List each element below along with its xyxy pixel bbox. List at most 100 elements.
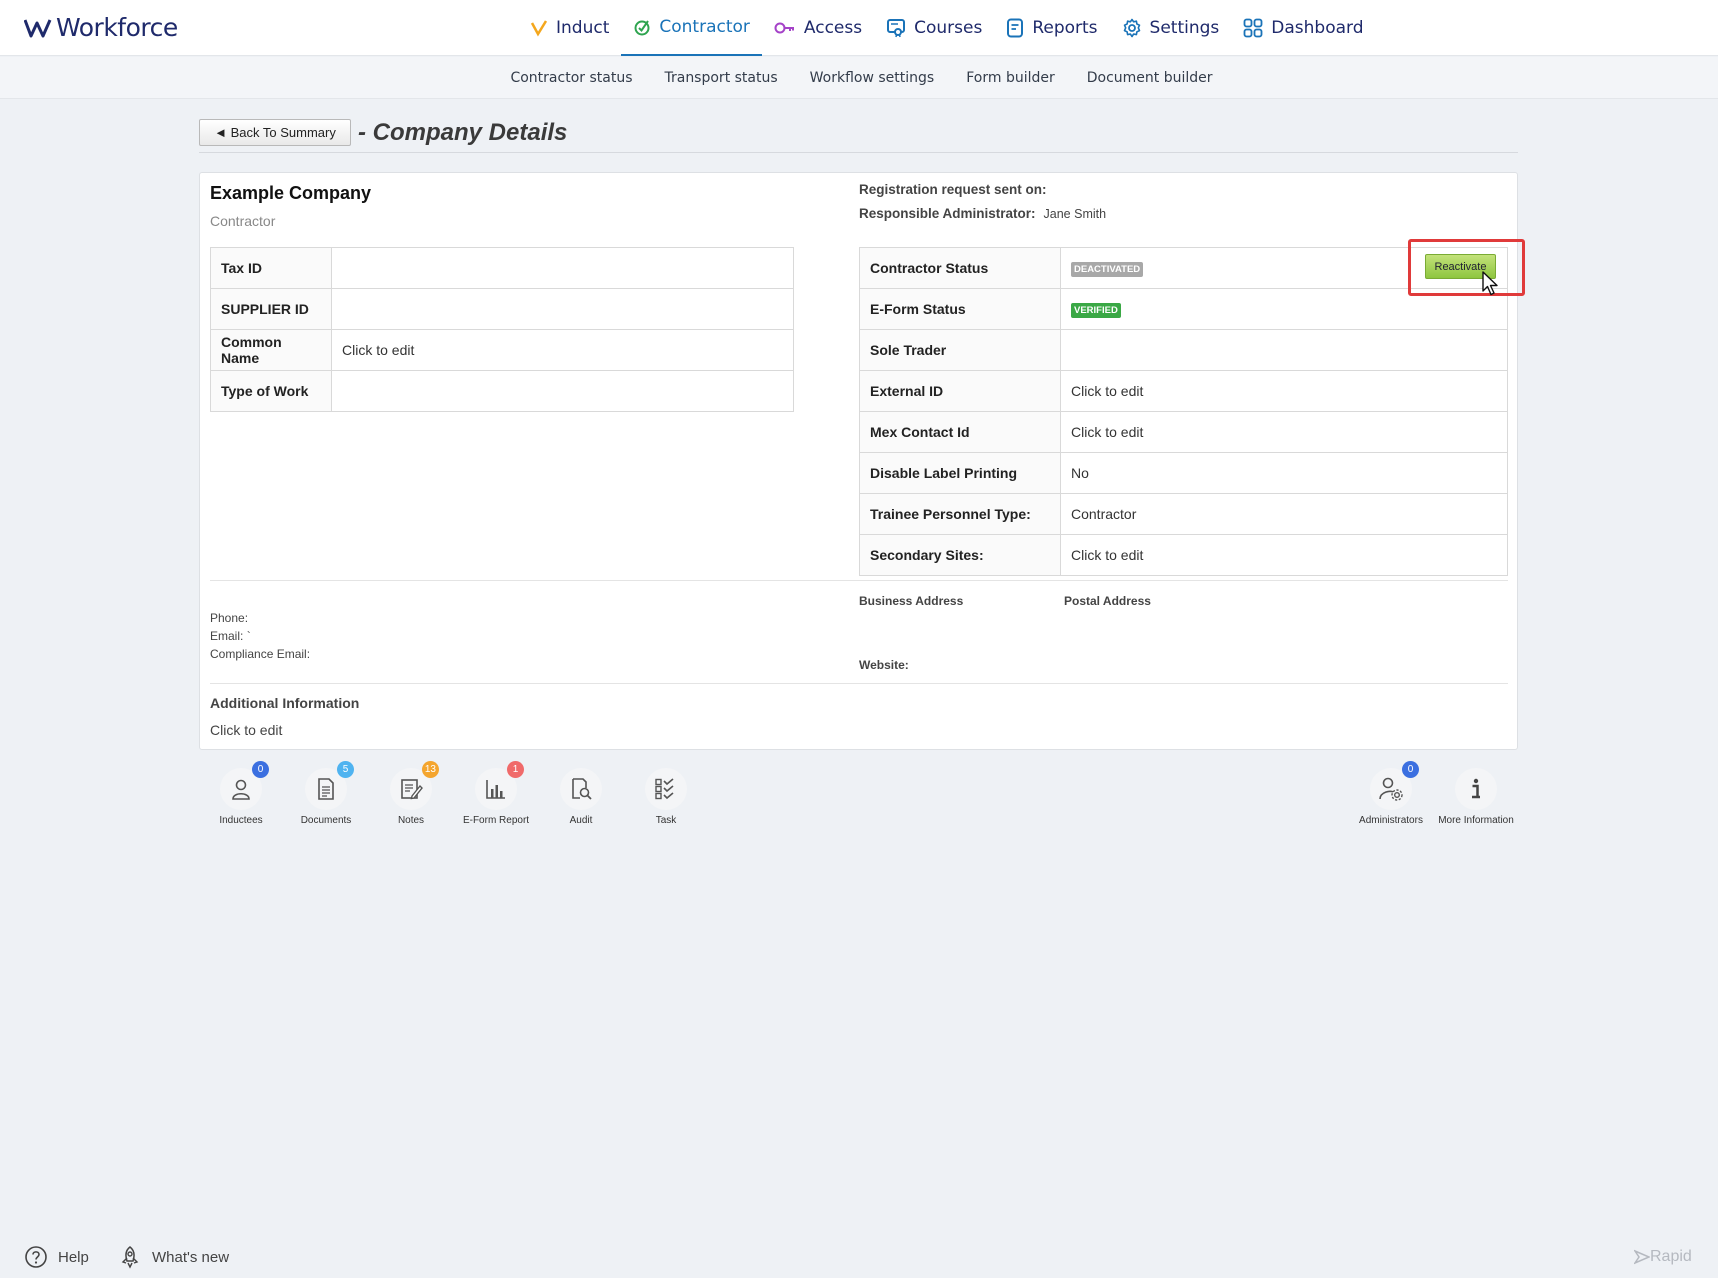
field-label: Tax ID <box>210 247 332 289</box>
rapid-logo-icon <box>1634 1249 1650 1265</box>
eform-report-action[interactable]: 1 E-Form Report <box>454 761 538 826</box>
audit-search-icon <box>572 778 592 800</box>
nav-induct[interactable]: Induct <box>518 0 621 56</box>
email-label: Email: <box>210 629 244 643</box>
mex-contact-id-value[interactable]: Click to edit <box>1060 411 1508 453</box>
page-title: - Company Details <box>358 119 568 146</box>
task-label: Task <box>655 815 677 826</box>
mouse-pointer-icon <box>1482 271 1498 296</box>
nav-courses-label: Courses <box>914 18 983 38</box>
app-logo[interactable]: Workforce <box>24 13 178 42</box>
registration-request-label: Registration request sent on: <box>859 182 1047 197</box>
trainee-personnel-type-value[interactable]: Contractor <box>1060 493 1508 535</box>
documents-action[interactable]: 5 Documents <box>284 761 368 826</box>
audit-label: Audit <box>569 815 593 826</box>
nav-reports-label: Reports <box>1032 18 1098 38</box>
field-label: Trainee Personnel Type: <box>859 493 1061 535</box>
phone-label: Phone: <box>210 611 249 625</box>
tax-id-value[interactable] <box>331 247 794 289</box>
help-link[interactable]: Help <box>24 1245 89 1269</box>
bar-chart-icon <box>486 780 505 799</box>
main-nav: Induct Contractor Access Courses Reports… <box>518 0 1376 56</box>
nav-courses[interactable]: Courses <box>874 0 994 56</box>
table-row: Disable Label Printing No <box>859 452 1508 494</box>
table-row: External ID Click to edit <box>859 370 1508 412</box>
field-label: Mex Contact Id <box>859 411 1061 453</box>
website-label: Website: <box>859 658 909 672</box>
info-icon <box>1472 778 1480 799</box>
nav-induct-label: Induct <box>556 18 610 38</box>
table-row: Common Name Click to edit <box>210 329 794 371</box>
email-row: Email: ` <box>210 629 251 643</box>
company-type: Contractor <box>210 213 276 229</box>
table-row: Type of Work <box>210 370 794 412</box>
email-value: ` <box>246 629 251 643</box>
external-id-value[interactable]: Click to edit <box>1060 370 1508 412</box>
courses-icon <box>887 19 906 38</box>
rapid-brand-label: Rapid <box>1650 1248 1692 1265</box>
nav-settings[interactable]: Settings <box>1110 0 1232 56</box>
nav-settings-label: Settings <box>1149 18 1220 38</box>
table-row: Tax ID <box>210 247 794 289</box>
administrators-label: Administrators <box>1359 815 1423 826</box>
field-label: Common Name <box>210 329 332 371</box>
responsible-administrator-label: Responsible Administrator: <box>859 206 1036 221</box>
eform-status-badge: VERIFIED <box>1071 303 1121 318</box>
nav-dashboard[interactable]: Dashboard <box>1231 0 1375 56</box>
nav-reports[interactable]: Reports <box>994 0 1109 56</box>
administrators-count-badge: 0 <box>1402 761 1419 778</box>
documents-count-badge: 5 <box>337 761 354 778</box>
nav-contractor-label: Contractor <box>659 17 750 37</box>
whats-new-link[interactable]: What's new <box>118 1245 229 1269</box>
subnav-document-builder[interactable]: Document builder <box>1071 57 1229 98</box>
subnav-transport-status[interactable]: Transport status <box>648 57 793 98</box>
contractor-status-badge: DEACTIVATED <box>1071 262 1144 277</box>
subnav-contractor-status[interactable]: Contractor status <box>494 57 648 98</box>
more-information-label: More Information <box>1438 815 1514 826</box>
task-action[interactable]: Task <box>624 768 708 826</box>
whats-new-label: What's new <box>152 1248 230 1266</box>
admin-gear-icon <box>1379 777 1403 801</box>
table-row: Trainee Personnel Type: Contractor <box>859 493 1508 535</box>
more-information-action[interactable]: More Information <box>1434 768 1518 826</box>
document-icon <box>318 778 334 800</box>
secondary-sites-value[interactable]: Click to edit <box>1060 534 1508 576</box>
nav-dashboard-label: Dashboard <box>1271 18 1364 38</box>
subnav-workflow-settings[interactable]: Workflow settings <box>794 57 951 98</box>
postal-address-label: Postal Address <box>1064 594 1151 608</box>
compliance-email-label: Compliance Email: <box>210 647 311 661</box>
notes-action[interactable]: 13 Notes <box>369 761 453 826</box>
contractor-check-icon <box>634 20 650 36</box>
table-row: Sole Trader <box>859 329 1508 371</box>
nav-access[interactable]: Access <box>762 0 874 56</box>
section-divider <box>210 580 1508 581</box>
disable-label-printing-value[interactable]: No <box>1060 452 1508 494</box>
inductees-action[interactable]: 0 Inductees <box>199 761 283 826</box>
field-label: Secondary Sites: <box>859 534 1061 576</box>
sub-navigation-bar: Contractor status Transport status Workf… <box>0 57 1718 99</box>
field-label: E-Form Status <box>859 288 1061 330</box>
rapid-brand: Rapid <box>1634 1248 1692 1266</box>
additional-information-title: Additional Information <box>210 695 360 711</box>
additional-information-value[interactable]: Click to edit <box>210 722 282 738</box>
administrators-action[interactable]: 0 Administrators <box>1349 761 1433 826</box>
type-of-work-value[interactable] <box>331 370 794 412</box>
notes-label: Notes <box>397 815 425 826</box>
responsible-administrator: Responsible Administrator: Jane Smith <box>859 206 1106 221</box>
eform-report-count-badge: 1 <box>507 761 524 778</box>
back-to-summary-button[interactable]: ◄ Back To Summary <box>199 119 351 146</box>
help-icon <box>25 1246 47 1268</box>
subnav-form-builder[interactable]: Form builder <box>950 57 1071 98</box>
app-name: Workforce <box>56 13 178 42</box>
common-name-value[interactable]: Click to edit <box>331 329 794 371</box>
audit-action[interactable]: Audit <box>539 768 623 826</box>
gear-icon <box>1123 18 1140 38</box>
supplier-id-value[interactable] <box>331 288 794 330</box>
grid-icon <box>1243 18 1263 38</box>
nav-contractor[interactable]: Contractor <box>621 0 762 56</box>
field-label: Disable Label Printing <box>859 452 1061 494</box>
rocket-icon <box>121 1246 139 1269</box>
table-row: Secondary Sites: Click to edit <box>859 534 1508 576</box>
nav-access-label: Access <box>803 18 863 38</box>
sole-trader-value[interactable] <box>1060 329 1508 371</box>
